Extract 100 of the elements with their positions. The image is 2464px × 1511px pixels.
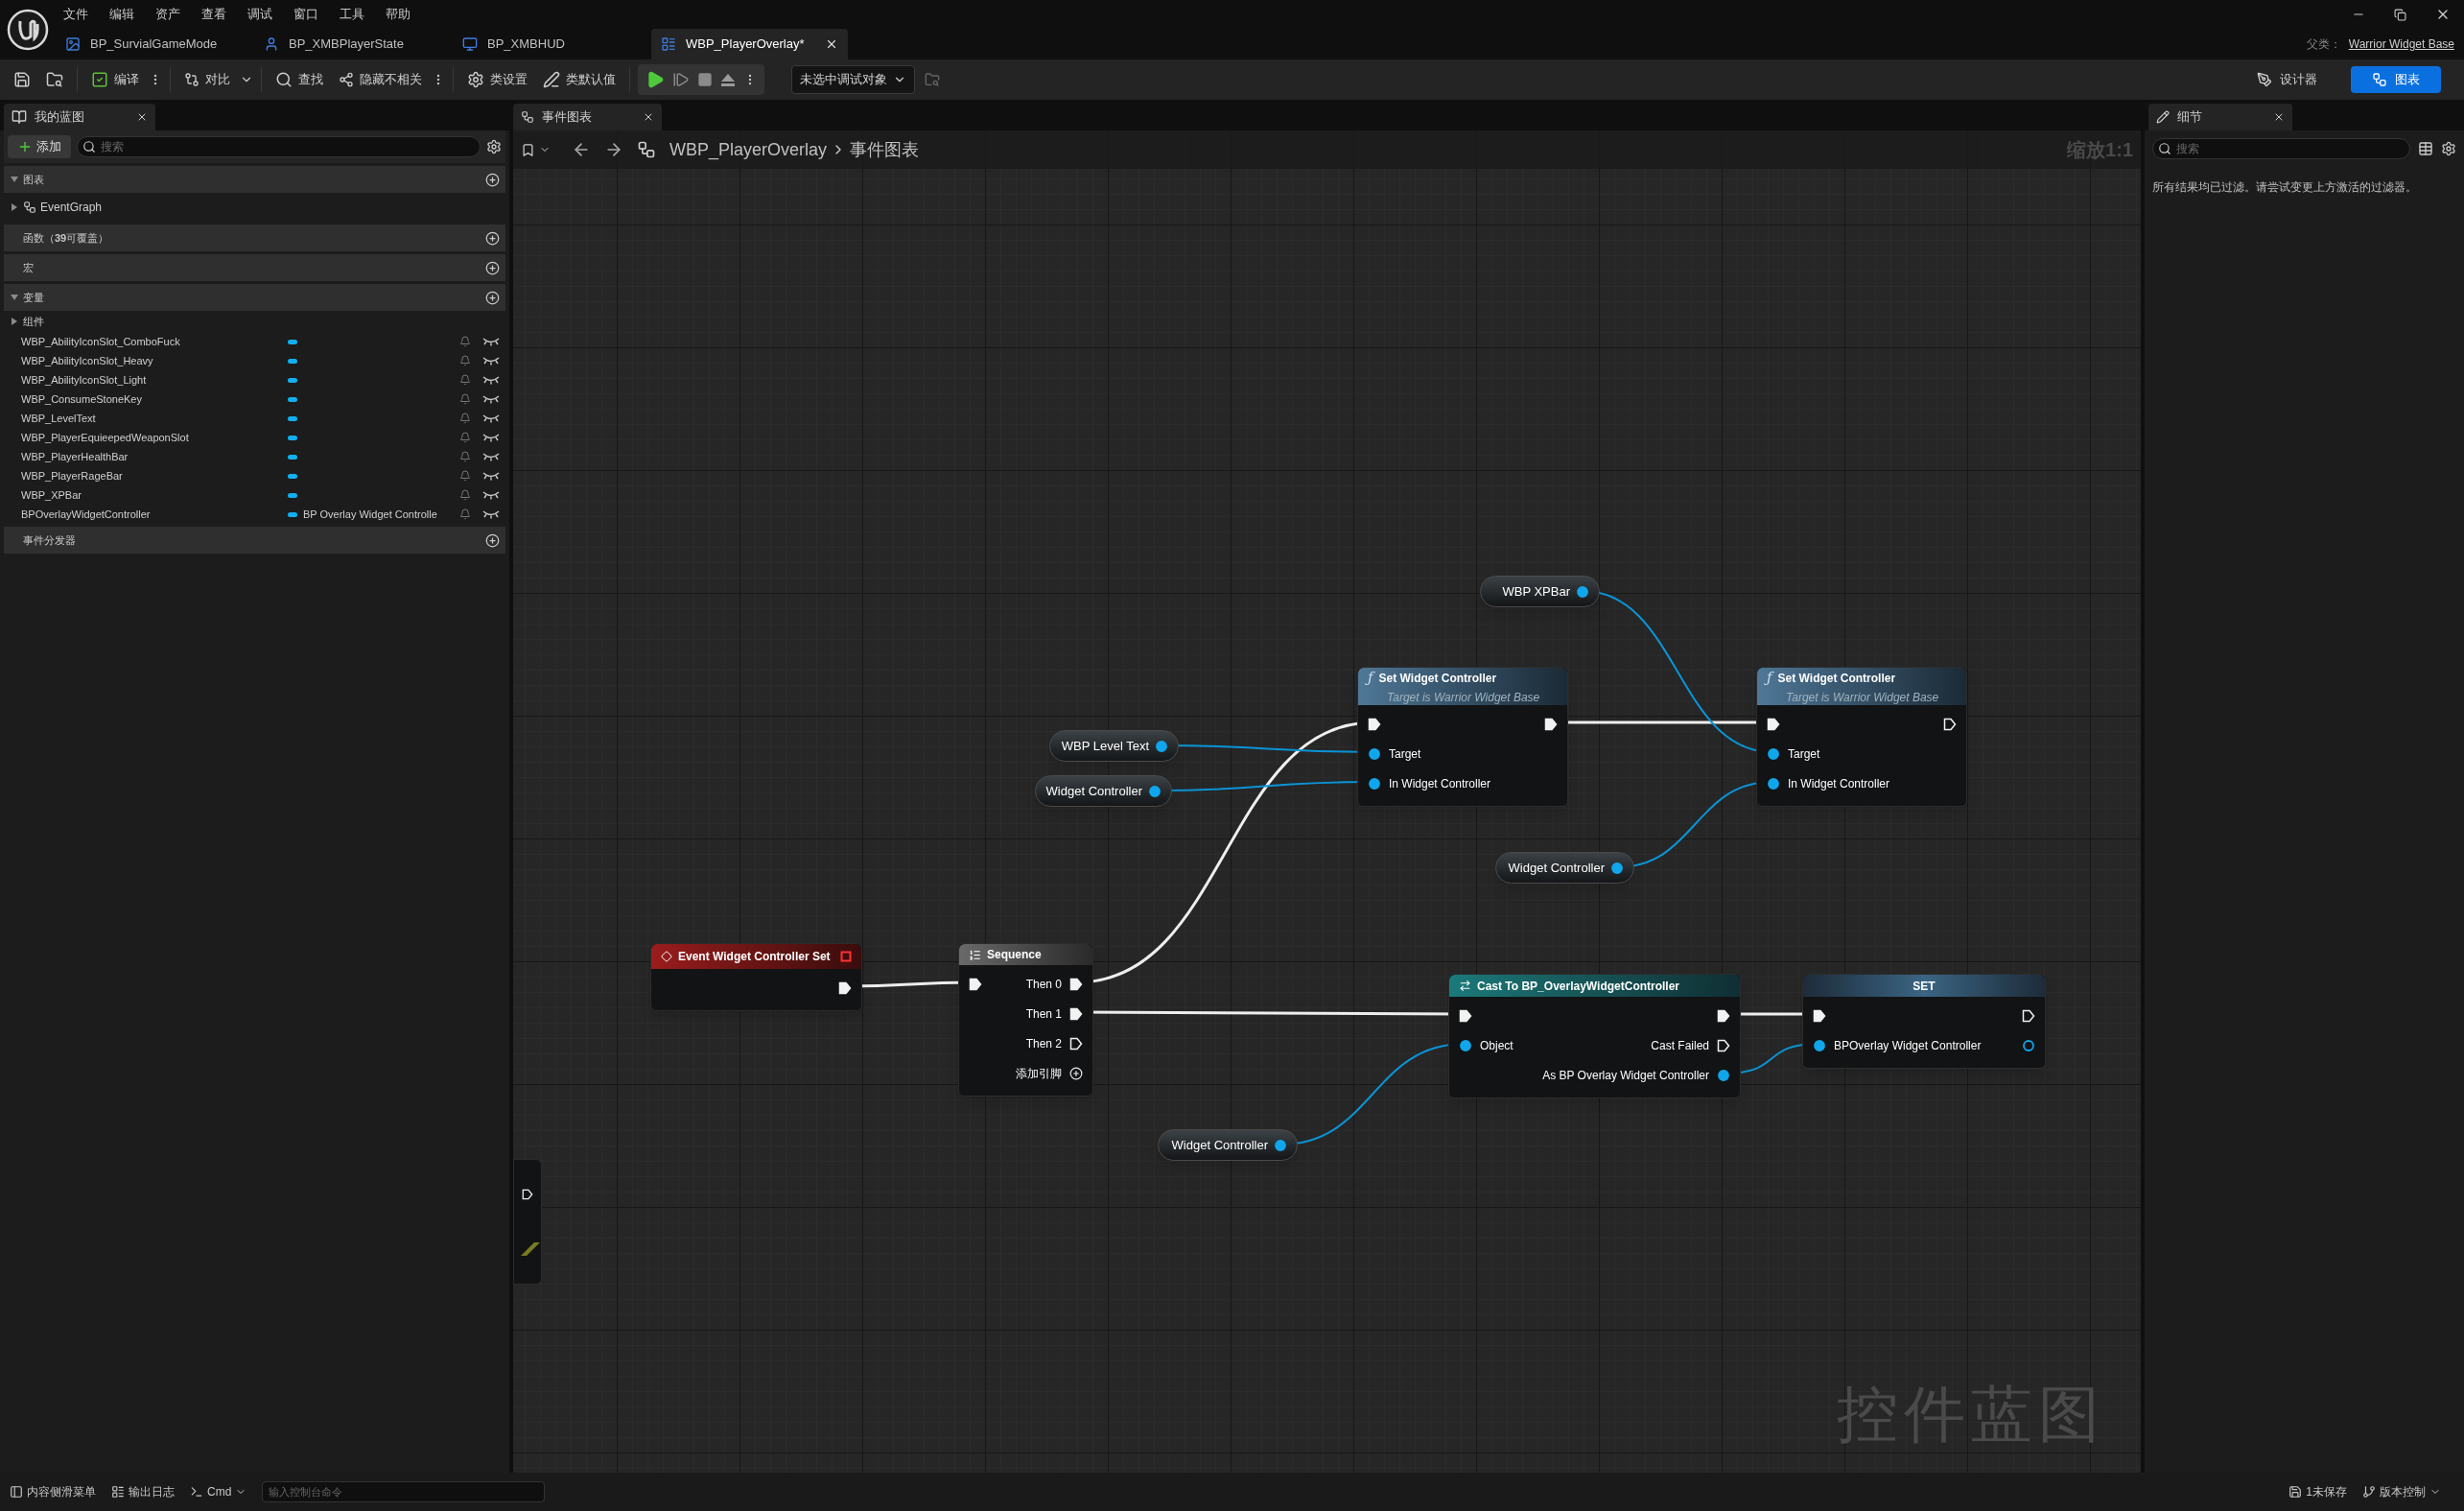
tree-item[interactable]: 组件 <box>4 311 505 332</box>
exec-pin[interactable] <box>1368 717 1381 731</box>
mode-button[interactable]: 图表 <box>2351 66 2441 93</box>
eye-closed-icon[interactable] <box>482 375 500 385</box>
close-icon[interactable] <box>2273 111 2285 123</box>
close-icon[interactable] <box>825 37 838 51</box>
stop-icon[interactable] <box>697 72 713 87</box>
section-header[interactable]: 变量 <box>4 284 505 311</box>
eye-closed-icon[interactable] <box>482 413 500 423</box>
settings-icon[interactable] <box>486 139 502 154</box>
bell-icon[interactable] <box>459 413 471 424</box>
data-pin[interactable] <box>1155 739 1168 753</box>
variable-row[interactable]: WBP_PlayerRageBar <box>4 466 505 485</box>
menu-item[interactable]: 调试 <box>247 5 272 24</box>
variable-row[interactable]: WBP_PlayerEquieepedWeaponSlot <box>4 428 505 447</box>
variable-row[interactable]: WBP_LevelText <box>4 409 505 428</box>
exec-pin[interactable] <box>1717 1038 1730 1052</box>
exec-pin[interactable] <box>1069 977 1083 991</box>
bookmark-icon[interactable] <box>521 142 535 157</box>
variable-node[interactable]: Widget Controller <box>1158 1129 1298 1161</box>
search-field[interactable]: 搜索 <box>2152 138 2410 159</box>
graph-node[interactable]: Sequence Then 0 Then 1 Then 2 添加引脚 <box>958 943 1093 1097</box>
section-header[interactable]: 图表 <box>4 166 505 193</box>
graph-node[interactable]: Event Widget Controller Set <box>650 943 862 1011</box>
content-drawer-button[interactable]: 内容侧滑菜单 <box>10 1483 96 1500</box>
graph-node[interactable]: Cast To BP_OverlayWidgetController Object Cast Failed As BP Overlay Widget Controller <box>1448 974 1741 1098</box>
eye-closed-icon[interactable] <box>482 433 500 442</box>
eye-closed-icon[interactable] <box>482 490 500 500</box>
output-log-button[interactable]: 输出日志 <box>111 1483 175 1500</box>
document-tab[interactable]: WBP_PlayerOverlay* <box>651 29 848 59</box>
parent-class-link[interactable]: Warrior Widget Base <box>2348 35 2454 53</box>
settings-icon[interactable] <box>2441 141 2456 156</box>
triangle-icon[interactable] <box>10 202 19 212</box>
play-icon[interactable] <box>645 70 665 89</box>
exec-pin[interactable] <box>1943 717 1957 731</box>
data-pin[interactable] <box>1767 776 1780 791</box>
compile-button[interactable]: 编译 <box>85 64 145 95</box>
add-icon[interactable] <box>485 172 500 187</box>
data-pin[interactable] <box>1767 746 1780 761</box>
eject-icon[interactable] <box>720 72 736 87</box>
variable-row[interactable]: WBP_AbilityIconSlot_ComboFuck <box>4 332 505 351</box>
hide-unrelated-button[interactable]: 隐藏不相关 <box>333 64 428 95</box>
add-button[interactable]: 添加 <box>8 135 71 158</box>
graph-node[interactable] <box>513 1159 542 1285</box>
restore-icon[interactable] <box>2394 8 2406 21</box>
graph-node[interactable]: SET BPOverlay Widget Controller <box>1802 974 2046 1069</box>
menu-item[interactable]: 帮助 <box>386 5 411 24</box>
table-icon[interactable] <box>2418 141 2433 156</box>
exec-pin[interactable] <box>2022 1008 2035 1023</box>
exec-pin[interactable] <box>838 980 852 995</box>
exec-pin[interactable] <box>969 977 982 991</box>
bell-icon[interactable] <box>459 508 471 520</box>
bell-icon[interactable] <box>459 432 471 443</box>
close-icon[interactable] <box>643 111 654 123</box>
document-tab[interactable]: BP_SurvialGameMode <box>56 29 252 59</box>
menu-item[interactable]: 工具 <box>340 5 364 24</box>
variable-row[interactable]: WBP_ConsumeStoneKey <box>4 390 505 409</box>
data-pin[interactable] <box>1610 861 1624 875</box>
exec-pin[interactable] <box>1069 1036 1083 1051</box>
eye-closed-icon[interactable] <box>482 394 500 404</box>
panel-tab[interactable]: 我的蓝图 <box>4 104 155 130</box>
mode-button[interactable]: 设计器 <box>2241 66 2332 93</box>
exec-pin[interactable] <box>1813 1008 1826 1023</box>
data-pin[interactable] <box>1274 1138 1287 1152</box>
section-header[interactable]: 事件分发器 <box>4 527 505 554</box>
document-tab[interactable]: BP_XMBPlayerState <box>254 29 451 59</box>
cmd-dropdown[interactable]: Cmd <box>190 1483 247 1500</box>
bell-icon[interactable] <box>459 470 471 482</box>
tree-item[interactable]: EventGraph <box>4 193 505 222</box>
eye-closed-icon[interactable] <box>482 509 500 519</box>
delegate-pin[interactable] <box>840 951 852 962</box>
diff-button[interactable]: 对比 <box>178 64 236 95</box>
breadcrumb-item[interactable]: WBP_PlayerOverlay <box>669 136 828 163</box>
data-pin[interactable] <box>1459 1038 1472 1052</box>
data-pin[interactable] <box>2022 1038 2035 1052</box>
add-icon[interactable] <box>485 260 500 275</box>
panel-tab[interactable]: 细节 <box>2148 104 2292 130</box>
step-icon[interactable] <box>672 71 690 88</box>
menu-item[interactable]: 文件 <box>63 5 88 24</box>
variable-node[interactable]: Widget Controller <box>1035 775 1172 807</box>
triangle-icon[interactable] <box>10 293 19 302</box>
bell-icon[interactable] <box>459 393 471 405</box>
eye-closed-icon[interactable] <box>482 356 500 366</box>
triangle-icon[interactable] <box>10 175 19 184</box>
variable-row[interactable]: WBP_AbilityIconSlot_Heavy <box>4 351 505 370</box>
variable-node[interactable]: WBP XPBar <box>1480 576 1600 607</box>
exec-pin[interactable] <box>1459 1008 1472 1023</box>
data-pin[interactable] <box>1368 746 1381 761</box>
class-settings-button[interactable]: 类设置 <box>461 64 533 95</box>
document-tab[interactable]: BP_XMBHUD <box>453 29 649 59</box>
add-pin-icon[interactable] <box>1069 1066 1083 1080</box>
bell-icon[interactable] <box>459 451 471 462</box>
eye-closed-icon[interactable] <box>482 337 500 346</box>
add-icon[interactable] <box>485 532 500 548</box>
variable-row[interactable]: WBP_AbilityIconSlot_Light <box>4 370 505 390</box>
debug-target-dropdown[interactable]: 未选中调试对象 <box>791 65 915 94</box>
bell-icon[interactable] <box>459 374 471 386</box>
console-input[interactable]: 输入控制台命令 <box>262 1481 546 1502</box>
add-icon[interactable] <box>485 230 500 246</box>
variable-node[interactable]: WBP Level Text <box>1049 730 1179 762</box>
